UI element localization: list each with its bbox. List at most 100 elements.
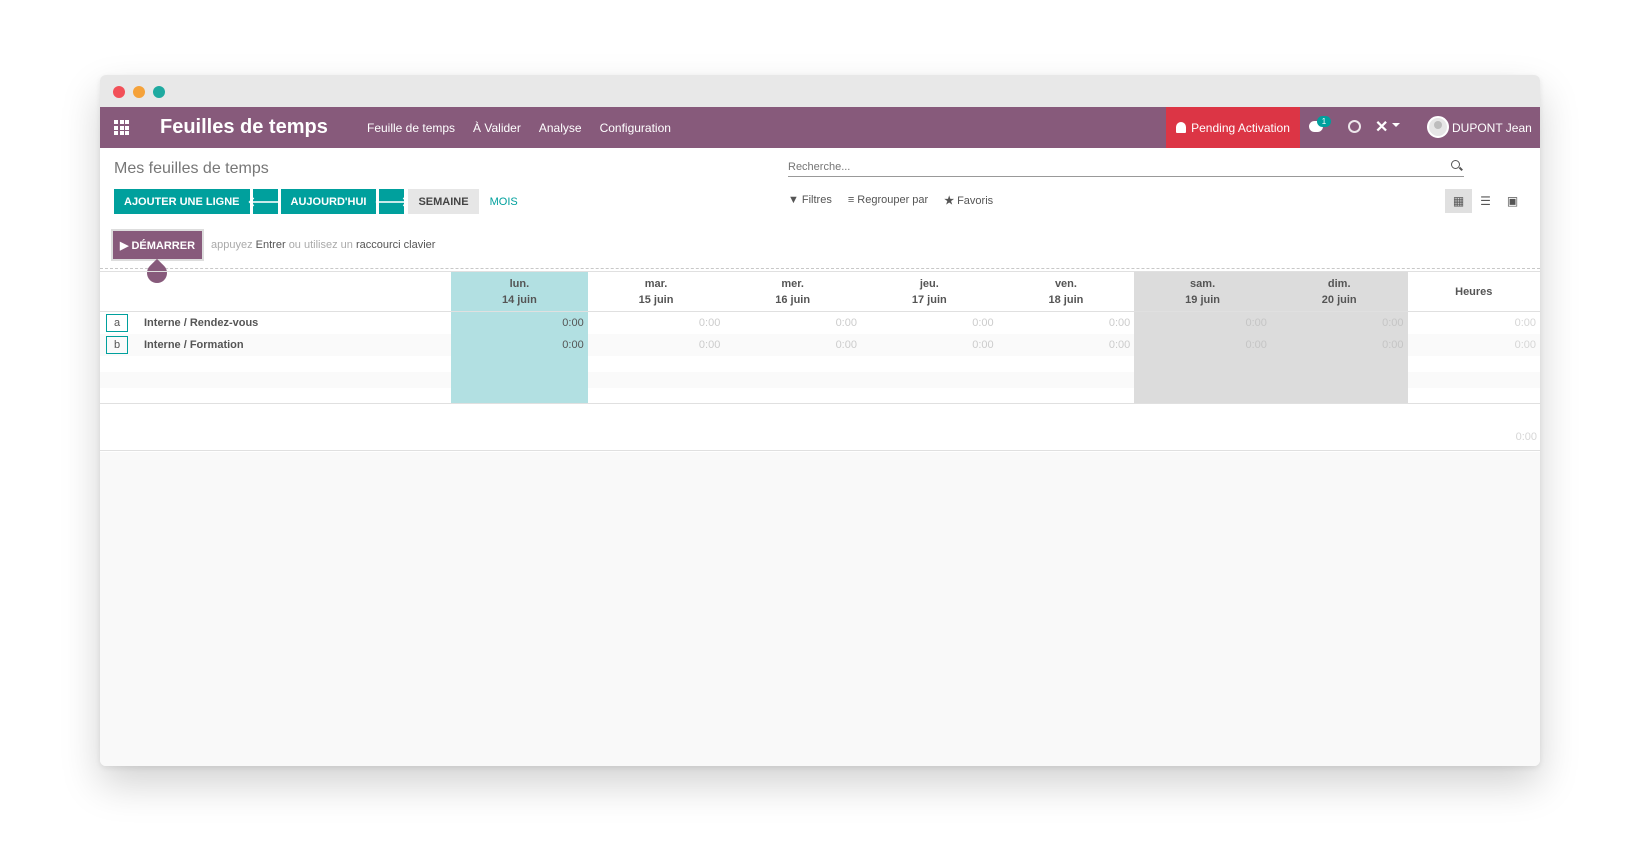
view-switcher: ▦ ☰ ▣ bbox=[1445, 189, 1526, 213]
table-row: b Interne / Formation 0:00 0:00 0:00 0:00… bbox=[100, 333, 1540, 356]
hours-total-header: Heures bbox=[1407, 271, 1540, 312]
empty-cell bbox=[100, 387, 452, 404]
day-header-sat: sam. 19 juin bbox=[1134, 271, 1271, 312]
grid-cell[interactable]: 0:00 bbox=[724, 333, 861, 356]
day-date: 18 juin bbox=[1048, 293, 1084, 306]
empty-cell bbox=[860, 371, 998, 388]
maximize-window-icon[interactable] bbox=[153, 86, 165, 98]
group-by-dropdown[interactable]: ≡ Regrouper par bbox=[848, 194, 928, 207]
favorites-dropdown[interactable]: ★ Favoris bbox=[944, 194, 993, 207]
hint-text: ou utilisez un bbox=[288, 239, 353, 251]
grid-header-label bbox=[100, 271, 452, 312]
empty-cell bbox=[1270, 387, 1408, 404]
today-button[interactable]: AUJOURD'HUI bbox=[280, 189, 377, 214]
empty-cell bbox=[860, 387, 998, 404]
control-panel: Mes feuilles de temps AJOUTER UNE LIGNE … bbox=[100, 148, 1540, 288]
grid-cell[interactable]: 0:00 bbox=[860, 333, 998, 356]
grid-view-icon[interactable]: ▦ bbox=[1445, 189, 1472, 213]
grid-cell[interactable]: 0:00 bbox=[588, 312, 725, 334]
empty-cell bbox=[587, 371, 725, 388]
empty-cell bbox=[588, 356, 725, 372]
grid-cell[interactable]: 0:00 bbox=[997, 333, 1135, 356]
day-header-thu: jeu. 17 juin bbox=[860, 271, 998, 312]
row-total: 0:00 bbox=[1407, 311, 1540, 334]
day-name: mar. bbox=[644, 277, 668, 290]
grid-cell[interactable]: 0:00 bbox=[587, 333, 725, 356]
row-label: b Interne / Formation bbox=[100, 333, 452, 356]
chevron-down-icon bbox=[1392, 123, 1400, 127]
empty-cell bbox=[724, 371, 861, 388]
pending-activation-button[interactable]: Pending Activation bbox=[1166, 107, 1300, 148]
next-week-button[interactable]: 🡒 bbox=[375, 189, 409, 214]
grid-header: lun. 14 juin mar. 15 juin mer. 16 juin jeu.… bbox=[100, 271, 1540, 312]
day-date: 14 juin bbox=[501, 293, 537, 306]
kanban-view-icon[interactable]: ▣ bbox=[1499, 189, 1526, 213]
row-label-text[interactable]: Interne / Formation bbox=[144, 339, 244, 351]
top-menu: Feuille de temps À Valider Analyse Confi… bbox=[367, 121, 671, 135]
menu-item-timesheet[interactable]: Feuille de temps bbox=[367, 121, 455, 135]
day-name: mer. bbox=[781, 277, 804, 290]
week-range-button[interactable]: SEMAINE bbox=[408, 189, 479, 214]
empty-cell bbox=[1407, 355, 1540, 372]
empty-area bbox=[100, 452, 1540, 766]
grid-cell[interactable]: 0:00 bbox=[451, 311, 588, 334]
close-window-icon[interactable] bbox=[113, 86, 125, 98]
row-key-badge: a bbox=[106, 313, 128, 332]
empty-cell bbox=[1134, 355, 1271, 372]
grid-cell[interactable]: 0:00 bbox=[1270, 311, 1408, 334]
empty-cell bbox=[1270, 371, 1408, 388]
start-timer-button[interactable]: ▶ DÉMARRER bbox=[113, 231, 202, 259]
minimize-window-icon[interactable] bbox=[133, 86, 145, 98]
day-date: 15 juin bbox=[638, 293, 674, 306]
day-header-tue: mar. 15 juin bbox=[587, 271, 725, 312]
empty-row bbox=[100, 371, 1540, 388]
day-name: sam. bbox=[1190, 277, 1216, 290]
apps-grid-icon[interactable] bbox=[114, 120, 129, 135]
activity-clock-icon[interactable] bbox=[1348, 120, 1361, 133]
empty-cell bbox=[451, 387, 588, 404]
day-name: jeu. bbox=[919, 277, 939, 290]
row-label-text[interactable]: Interne / Rendez-vous bbox=[144, 317, 258, 329]
day-name: dim. bbox=[1327, 277, 1351, 290]
menu-item-configuration[interactable]: Configuration bbox=[600, 121, 671, 135]
window-titlebar bbox=[100, 75, 1540, 107]
grid-cell[interactable]: 0:00 bbox=[724, 312, 861, 334]
group-by-label: Regrouper par bbox=[857, 194, 929, 206]
grid-footer: 0:00 bbox=[100, 407, 1540, 451]
day-header-wed: mer. 16 juin bbox=[724, 271, 861, 312]
grid-cell[interactable]: 0:00 bbox=[861, 312, 998, 334]
search-input[interactable] bbox=[788, 158, 1428, 176]
grid-cell[interactable]: 0:00 bbox=[1134, 333, 1271, 356]
grid-cell[interactable]: 0:00 bbox=[1134, 311, 1271, 334]
user-name[interactable]: DUPONT Jean bbox=[1452, 121, 1532, 135]
day-header-mon: lun. 14 juin bbox=[451, 271, 588, 312]
filters-dropdown[interactable]: ▼ Filtres bbox=[788, 194, 832, 207]
empty-cell bbox=[451, 371, 588, 388]
empty-cell bbox=[998, 356, 1135, 372]
app-title: Feuilles de temps bbox=[160, 116, 328, 138]
previous-week-button[interactable]: 🡐 bbox=[248, 189, 282, 214]
day-header-fri: ven. 18 juin bbox=[997, 271, 1135, 312]
add-line-button[interactable]: AJOUTER UNE LIGNE bbox=[114, 189, 250, 214]
day-date: 16 juin bbox=[775, 293, 811, 306]
grid-cell[interactable]: 0:00 bbox=[998, 312, 1135, 334]
start-hint: appuyez Entrer ou utilisez un raccourci … bbox=[211, 239, 435, 251]
main-navbar: Feuilles de temps Feuille de temps À Val… bbox=[100, 107, 1540, 148]
month-range-button[interactable]: MOIS bbox=[482, 189, 526, 214]
search-icon[interactable] bbox=[1451, 160, 1460, 169]
bars-icon: ≡ bbox=[847, 194, 855, 206]
user-avatar[interactable] bbox=[1427, 116, 1449, 138]
empty-cell bbox=[1134, 371, 1271, 388]
pending-activation-label: Pending Activation bbox=[1191, 120, 1290, 135]
empty-row bbox=[100, 355, 1540, 372]
hint-key-enter: Entrer bbox=[255, 239, 286, 251]
menu-item-to-validate[interactable]: À Valider bbox=[473, 121, 521, 135]
list-view-icon[interactable]: ☰ bbox=[1472, 189, 1499, 213]
grid-cell[interactable]: 0:00 bbox=[1270, 333, 1408, 356]
debug-tools-icon[interactable]: ✕ bbox=[1375, 117, 1388, 137]
breadcrumb: Mes feuilles de temps bbox=[114, 160, 269, 177]
grid-cell[interactable]: 0:00 bbox=[451, 333, 588, 356]
day-date: 19 juin bbox=[1185, 293, 1220, 306]
empty-row bbox=[100, 387, 1540, 404]
menu-item-analysis[interactable]: Analyse bbox=[539, 121, 582, 135]
